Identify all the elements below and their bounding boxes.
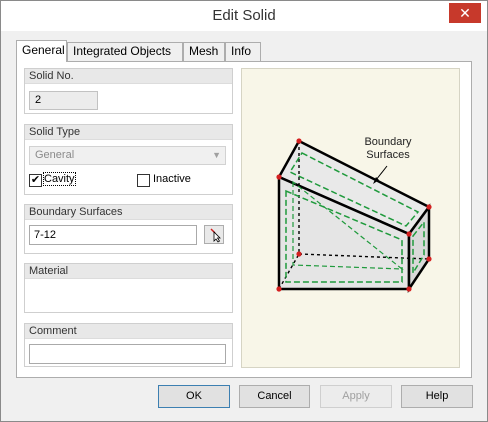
tab-info[interactable]: Info xyxy=(225,42,261,61)
cavity-checkbox[interactable]: ✔ xyxy=(29,174,42,187)
inactive-label[interactable]: Inactive xyxy=(153,173,191,185)
chevron-down-icon: ▼ xyxy=(212,150,221,160)
cancel-button[interactable]: Cancel xyxy=(239,385,310,408)
tab-integrated-objects[interactable]: Integrated Objects xyxy=(67,42,183,61)
wedge-solid-diagram: Boundary Surfaces xyxy=(276,136,432,294)
material-label: Material xyxy=(25,264,232,279)
annotation-line1: Boundary xyxy=(364,136,412,148)
general-tab-panel: Solid No. 2 Solid Type General ▼ ✔ Cavit… xyxy=(16,61,472,378)
close-button[interactable]: ✕ xyxy=(449,3,481,23)
solid-type-value: General xyxy=(35,149,75,161)
boundary-surfaces-input[interactable]: 7-12 xyxy=(29,225,197,245)
solid-type-label: Solid Type xyxy=(25,125,232,140)
comment-label: Comment xyxy=(25,324,232,339)
solid-type-select: General ▼ xyxy=(29,146,226,165)
apply-button[interactable]: Apply xyxy=(320,385,392,408)
title-bar: Edit Solid ✕ xyxy=(1,1,487,31)
solid-no-group: Solid No. 2 xyxy=(24,68,233,114)
dialog-title: Edit Solid xyxy=(212,7,276,24)
solid-illustration: Boundary Surfaces xyxy=(241,68,460,368)
inactive-checkbox[interactable] xyxy=(137,174,150,187)
boundary-surfaces-group: Boundary Surfaces 7-12 xyxy=(24,204,233,254)
boundary-surfaces-label: Boundary Surfaces xyxy=(25,205,232,220)
cavity-label[interactable]: Cavity xyxy=(43,172,76,186)
pick-surfaces-button[interactable] xyxy=(204,225,224,244)
comment-group: Comment xyxy=(24,323,233,367)
annotation-line2: Surfaces xyxy=(366,149,410,161)
tab-general[interactable]: General xyxy=(16,40,67,62)
comment-input[interactable] xyxy=(29,344,226,364)
help-button[interactable]: Help xyxy=(401,385,473,408)
cursor-pick-icon xyxy=(210,228,221,243)
edit-solid-dialog: Edit Solid ✕ General Integrated Objects … xyxy=(0,0,488,422)
tab-mesh[interactable]: Mesh xyxy=(183,42,225,61)
solid-no-field: 2 xyxy=(29,91,98,110)
solid-type-group: Solid Type General ▼ ✔ Cavity Inactive xyxy=(24,124,233,195)
ok-button[interactable]: OK xyxy=(158,385,230,408)
solid-no-label: Solid No. xyxy=(25,69,232,84)
material-group: Material xyxy=(24,263,233,313)
